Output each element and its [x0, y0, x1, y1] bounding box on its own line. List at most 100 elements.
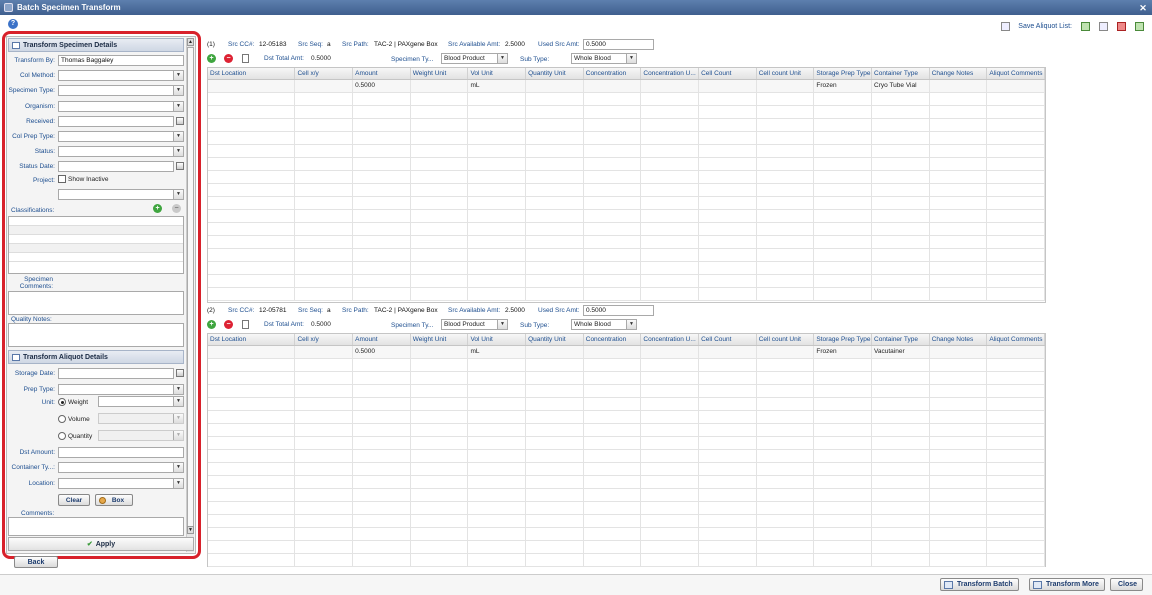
table-cell[interactable]: [930, 411, 988, 423]
box-button[interactable]: Box: [95, 494, 133, 506]
table-cell[interactable]: [641, 554, 700, 566]
prep-type-select[interactable]: ▼: [58, 384, 184, 395]
table-cell[interactable]: [987, 437, 1045, 449]
table-cell[interactable]: [584, 489, 642, 501]
table-cell[interactable]: [295, 132, 354, 144]
specimen-type-combo[interactable]: Blood Product ▼: [441, 53, 508, 64]
table-cell[interactable]: [757, 346, 815, 358]
table-cell[interactable]: [641, 450, 700, 462]
table-row[interactable]: [208, 262, 1045, 275]
table-cell[interactable]: [641, 145, 700, 157]
table-cell[interactable]: [930, 288, 988, 300]
table-cell[interactable]: Cryo Tube Vial: [872, 80, 930, 92]
table-cell[interactable]: [987, 80, 1045, 92]
table-cell[interactable]: [641, 236, 700, 248]
table-cell[interactable]: [641, 171, 700, 183]
column-header[interactable]: Weight Unit: [411, 68, 469, 79]
table-cell[interactable]: [526, 197, 584, 209]
column-header[interactable]: Container Type: [872, 334, 930, 345]
table-cell[interactable]: [584, 197, 642, 209]
table-cell[interactable]: [641, 346, 700, 358]
table-row[interactable]: [208, 437, 1045, 450]
table-cell[interactable]: [757, 93, 815, 105]
table-cell[interactable]: [641, 158, 700, 170]
aliquot-table-1[interactable]: Dst Location Cell x/y Amount Weight Unit Vol…: [207, 67, 1046, 303]
table-cell[interactable]: [526, 106, 584, 118]
col-method-select[interactable]: ▼: [58, 70, 184, 81]
table-cell[interactable]: [987, 450, 1045, 462]
table-cell[interactable]: [208, 210, 296, 222]
copy-icon[interactable]: [242, 320, 249, 329]
table-cell[interactable]: [584, 223, 642, 235]
table-cell[interactable]: [526, 541, 584, 553]
table-cell[interactable]: [526, 502, 584, 514]
table-cell[interactable]: [987, 288, 1045, 300]
table-cell[interactable]: [641, 288, 700, 300]
table-cell[interactable]: [208, 93, 296, 105]
table-cell[interactable]: [584, 184, 642, 196]
table-cell[interactable]: [295, 236, 354, 248]
table-cell[interactable]: [353, 541, 411, 553]
list-item[interactable]: [9, 226, 183, 235]
table-cell[interactable]: [584, 372, 642, 384]
table-cell[interactable]: [930, 80, 988, 92]
table-cell[interactable]: [411, 515, 469, 527]
table-cell[interactable]: [468, 132, 527, 144]
table-cell[interactable]: [987, 463, 1045, 475]
table-cell[interactable]: [872, 197, 930, 209]
table-row[interactable]: [208, 554, 1045, 567]
table-cell[interactable]: [872, 528, 930, 540]
help-icon[interactable]: ?: [8, 19, 18, 29]
table-row[interactable]: [208, 463, 1045, 476]
table-cell[interactable]: [872, 223, 930, 235]
table-cell[interactable]: [526, 528, 584, 540]
calendar-icon[interactable]: [176, 117, 184, 125]
table-cell[interactable]: [411, 398, 469, 410]
table-cell[interactable]: [930, 132, 988, 144]
table-cell[interactable]: [814, 424, 873, 436]
table-cell[interactable]: [584, 411, 642, 423]
table-cell[interactable]: [584, 171, 642, 183]
table-cell[interactable]: [353, 288, 411, 300]
table-cell[interactable]: [641, 502, 700, 514]
table-row[interactable]: [208, 210, 1045, 223]
sub-type-combo[interactable]: Whole Blood ▼: [571, 319, 637, 330]
table-cell[interactable]: [987, 93, 1045, 105]
table-cell[interactable]: [814, 106, 873, 118]
table-cell[interactable]: [699, 359, 757, 371]
back-button[interactable]: Back: [14, 556, 58, 568]
table-cell[interactable]: [930, 210, 988, 222]
table-cell[interactable]: [526, 210, 584, 222]
table-cell[interactable]: [641, 80, 700, 92]
table-row[interactable]: 0.5000 mL Frozen Cryo Tube Vial: [208, 80, 1045, 93]
column-header[interactable]: Concentration: [584, 334, 642, 345]
table-cell[interactable]: [208, 372, 296, 384]
table-cell[interactable]: [411, 359, 469, 371]
table-cell[interactable]: [208, 80, 296, 92]
table-cell[interactable]: [468, 93, 527, 105]
table-cell[interactable]: [526, 132, 584, 144]
unit-volume-radio[interactable]: [58, 415, 66, 423]
table-cell[interactable]: Frozen: [814, 80, 873, 92]
table-cell[interactable]: [526, 262, 584, 274]
volume-unit-select[interactable]: ▼: [98, 413, 184, 424]
table-cell[interactable]: [814, 184, 873, 196]
table-cell[interactable]: [872, 450, 930, 462]
table-cell[interactable]: [987, 262, 1045, 274]
table-row[interactable]: [208, 275, 1045, 288]
table-cell[interactable]: [295, 515, 354, 527]
table-row[interactable]: [208, 145, 1045, 158]
received-date-field[interactable]: [58, 116, 174, 127]
table-cell[interactable]: [930, 476, 988, 488]
table-cell[interactable]: [411, 210, 469, 222]
table-cell[interactable]: [757, 288, 815, 300]
column-header[interactable]: Concentration: [584, 68, 642, 79]
table-cell[interactable]: [526, 249, 584, 261]
table-cell[interactable]: [411, 184, 469, 196]
table-cell[interactable]: [641, 359, 700, 371]
table-cell[interactable]: [757, 106, 815, 118]
table-cell[interactable]: [757, 541, 815, 553]
table-row[interactable]: [208, 184, 1045, 197]
table-cell[interactable]: [641, 437, 700, 449]
table-cell[interactable]: [584, 106, 642, 118]
